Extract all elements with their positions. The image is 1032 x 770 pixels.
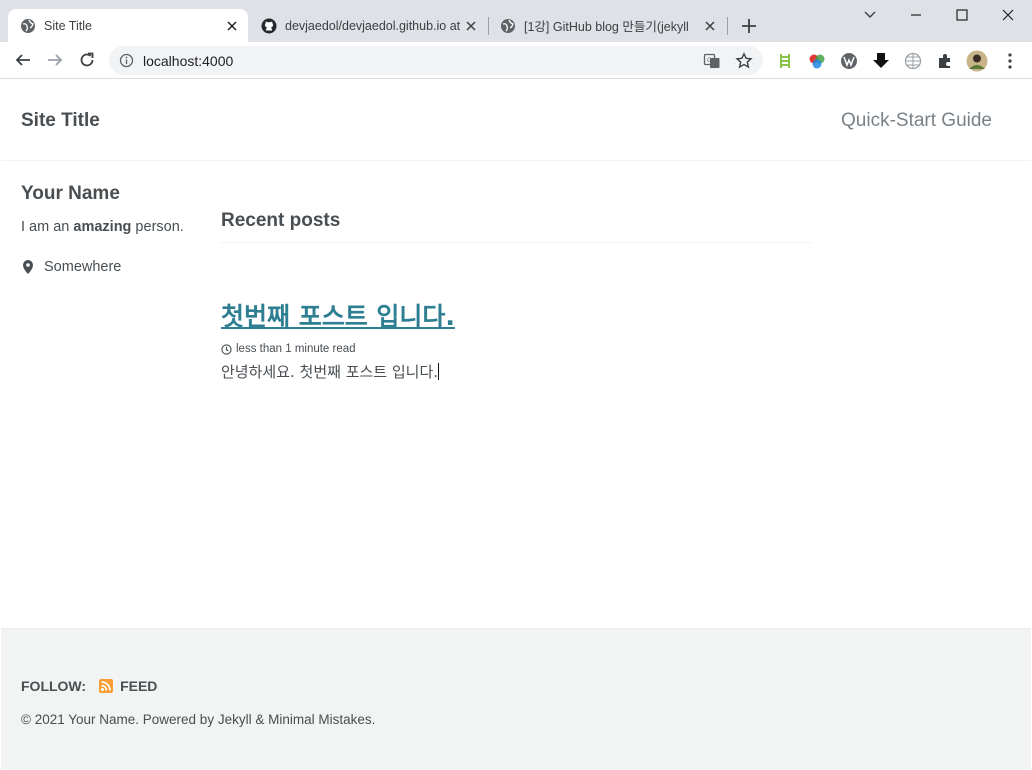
more-menu-icon[interactable]: [1001, 52, 1019, 70]
tab-blog-guide[interactable]: [1강] GitHub blog 만들기(jekyll: [488, 9, 726, 42]
post-title-link[interactable]: 첫번째 포스트 입니다.: [221, 297, 455, 333]
post-item: 첫번째 포스트 입니다. less than 1 minute read 안녕하…: [221, 243, 811, 382]
address-bar[interactable]: localhost:4000 G: [109, 46, 763, 75]
github-icon: [261, 18, 277, 33]
tab-search-icon[interactable]: [860, 5, 880, 25]
color-picker-extension-icon[interactable]: [808, 52, 826, 70]
minimize-icon[interactable]: [906, 5, 926, 25]
puzzle-extensions-icon[interactable]: [936, 52, 954, 70]
globe-icon: [501, 18, 515, 33]
location-text: Somewhere: [44, 259, 122, 275]
reload-icon[interactable]: [77, 50, 97, 70]
forward-icon[interactable]: [45, 50, 65, 70]
author-bio-bold: amazing: [73, 219, 132, 235]
read-time: less than 1 minute read: [236, 343, 356, 355]
svg-text:G: G: [707, 57, 712, 64]
url-text: localhost:4000: [143, 53, 234, 69]
tab-title: [1강] GitHub blog 만들기(jekyll: [524, 20, 689, 34]
close-tab-icon[interactable]: [702, 18, 718, 34]
page-content: Site Title Quick-Start Guide Your Name I…: [1, 80, 1031, 770]
tab-site-title[interactable]: Site Title: [8, 9, 248, 42]
tab-github[interactable]: devjaedol/devjaedol.github.io at: [249, 9, 487, 42]
page-footer: FOLLOW: FEED © 2021 Your Name. Powered b…: [1, 628, 1031, 770]
maximize-icon[interactable]: [952, 5, 972, 25]
section-title: Recent posts: [221, 210, 811, 243]
globe-icon: [21, 18, 35, 33]
map-marker-icon: [23, 260, 33, 274]
post-meta: less than 1 minute read: [221, 343, 811, 355]
masthead: Site Title Quick-Start Guide: [1, 80, 1031, 161]
translate-icon[interactable]: G: [703, 52, 721, 70]
follow-label: FOLLOW:: [21, 678, 87, 694]
tab-separator: [727, 17, 728, 35]
download-extension-icon[interactable]: [872, 52, 890, 70]
post-excerpt: 안녕하세요. 첫번째 포스트 입니다.: [221, 361, 811, 382]
author-bio-suffix: person.: [131, 219, 184, 235]
tab-title: Site Title: [44, 18, 92, 33]
close-tab-icon[interactable]: [224, 18, 240, 34]
follow-bar: FOLLOW: FEED: [21, 678, 157, 694]
back-icon[interactable]: [13, 50, 33, 70]
browser-tabstrip: Site Title devjaedol/devjaedol.github.io…: [0, 0, 1032, 42]
tab-title: devjaedol/devjaedol.github.io at: [285, 18, 461, 33]
wordpress-extension-icon[interactable]: [840, 52, 858, 70]
nav-link-quick-start-guide[interactable]: Quick-Start Guide: [841, 110, 992, 132]
author-name: Your Name: [21, 183, 120, 204]
browser-toolbar: localhost:4000 G: [0, 42, 1032, 79]
clock-icon: [221, 343, 232, 355]
profile-avatar-icon[interactable]: [966, 50, 988, 72]
main-content: Recent posts 첫번째 포스트 입니다. less than 1 mi…: [221, 210, 811, 382]
author-bio: I am an amazing person.: [21, 219, 211, 235]
close-window-icon[interactable]: [998, 5, 1018, 25]
rss-feed-icon[interactable]: [99, 679, 114, 693]
author-location: Somewhere: [21, 259, 211, 275]
info-icon[interactable]: [119, 53, 134, 68]
copyright-text: © 2021 Your Name. Powered by Jekyll & Mi…: [21, 712, 376, 727]
close-tab-icon[interactable]: [463, 18, 479, 34]
globe-extension-icon[interactable]: [904, 52, 922, 70]
bookmark-star-icon[interactable]: [735, 52, 753, 70]
author-sidebar: Your Name I am an amazing person. Somewh…: [21, 183, 211, 275]
ladder-extension-icon[interactable]: [776, 52, 794, 70]
new-tab-icon[interactable]: [739, 16, 759, 36]
feed-link[interactable]: FEED: [120, 678, 157, 694]
author-bio-prefix: I am an: [21, 219, 74, 235]
site-title-link[interactable]: Site Title: [21, 110, 100, 132]
text-cursor: [438, 363, 440, 380]
post-excerpt-text: 안녕하세요. 첫번째 포스트 입니다.: [221, 363, 439, 381]
